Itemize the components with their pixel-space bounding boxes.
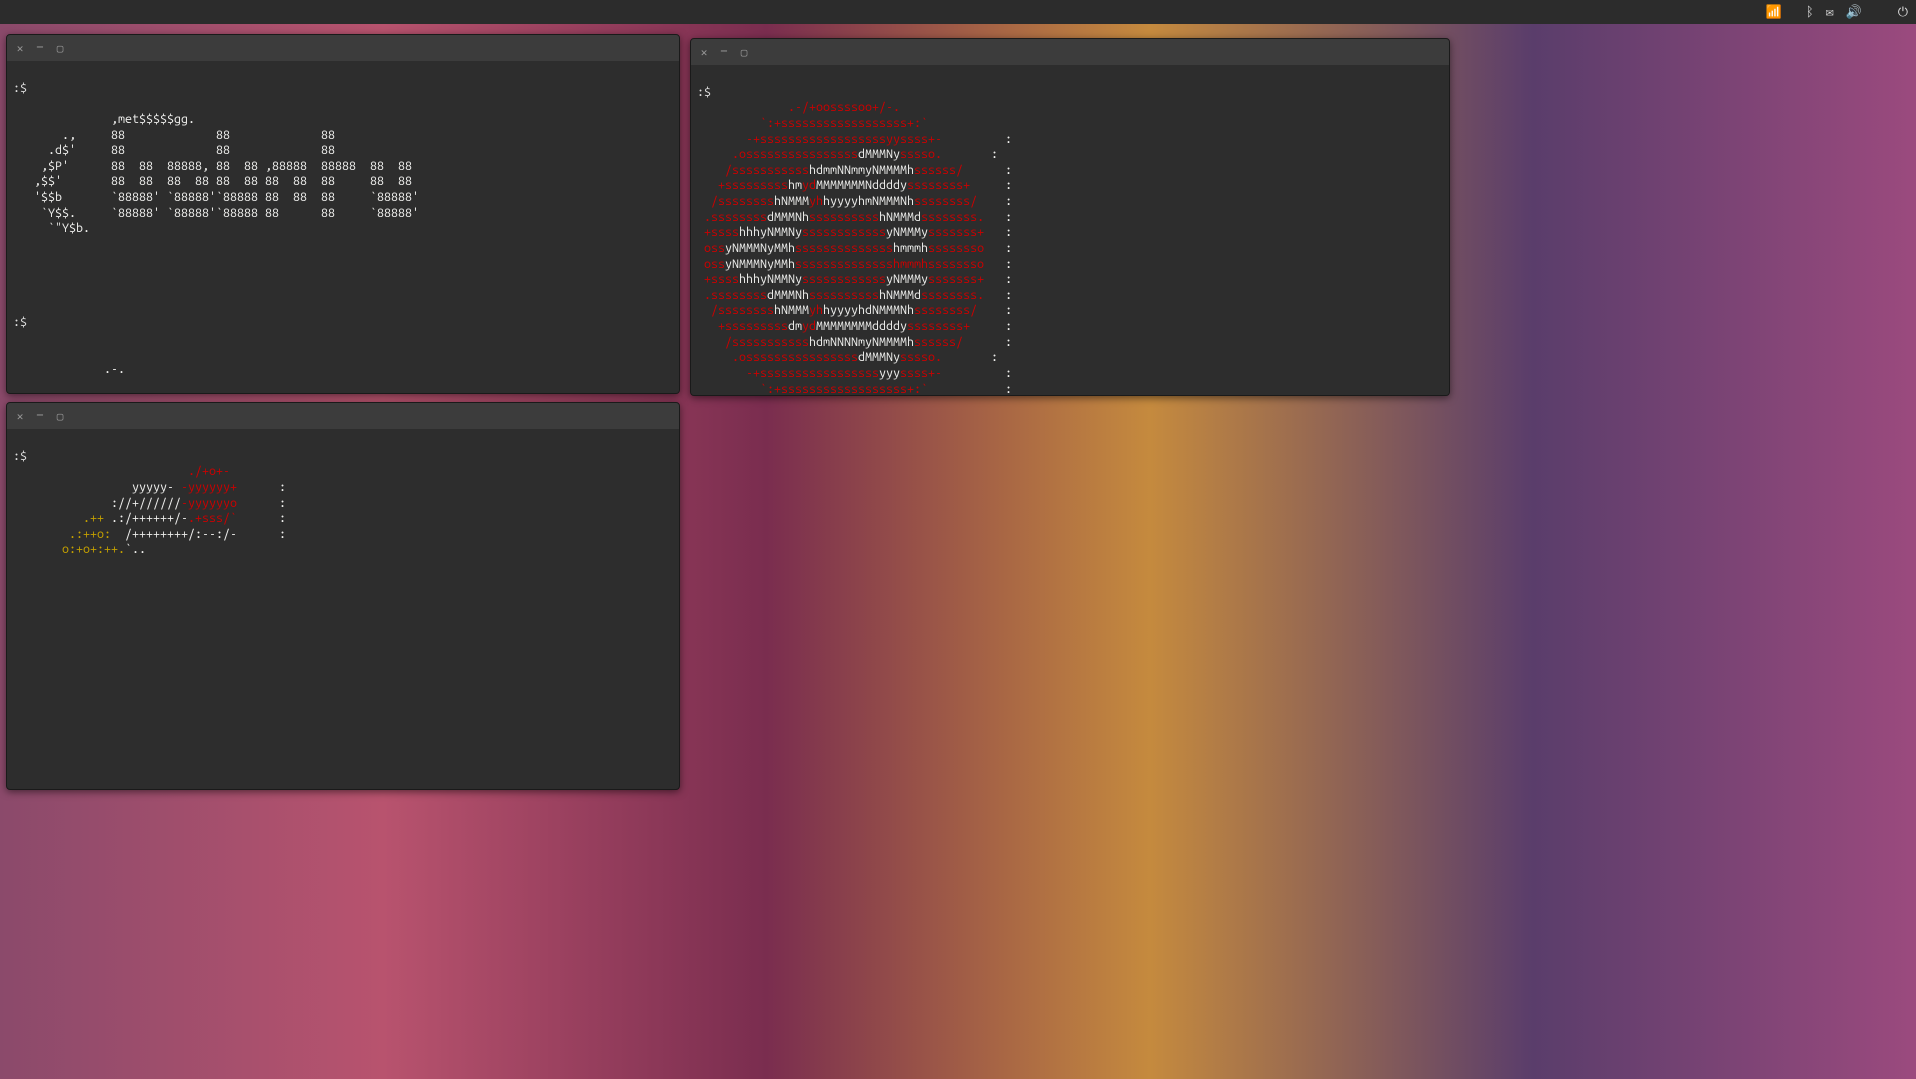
wifi-icon[interactable]: 📶 [1766,5,1782,20]
maximize-icon[interactable]: ▢ [53,41,67,55]
terminal-neofetch[interactable]: ✕ ─ ▢ :$ .-/+oossssoo+/-. `:+sssssssssss… [690,38,1450,396]
top-menubar: 📶 ᛒ ✉ 🔊 ⏻ [0,0,1916,24]
close-icon[interactable]: ✕ [697,45,711,59]
bluetooth-icon[interactable]: ᛒ [1806,5,1814,19]
terminal-body[interactable]: :$ ,met$$$$$gg. ., 88 88 88 .d$' 88 88 8… [7,61,679,394]
terminal-linuxlogo[interactable]: ✕ ─ ▢ :$ ,met$$$$$gg. ., 88 88 88 .d$' 8… [6,34,680,394]
minimize-icon[interactable]: ─ [33,41,47,55]
minimize-icon[interactable]: ─ [33,409,47,423]
maximize-icon[interactable]: ▢ [737,45,751,59]
terminal-body[interactable]: :$ ./+o+- yyyyy- -yyyyyy+ : ://+//////-y… [7,429,679,562]
titlebar[interactable]: ✕ ─ ▢ [691,39,1449,65]
terminal-screenfetch[interactable]: ✕ ─ ▢ :$ ./+o+- yyyyy- -yyyyyy+ : ://+//… [6,402,680,790]
close-icon[interactable]: ✕ [13,409,27,423]
maximize-icon[interactable]: ▢ [53,409,67,423]
titlebar[interactable]: ✕ ─ ▢ [7,403,679,429]
minimize-icon[interactable]: ─ [717,45,731,59]
close-icon[interactable]: ✕ [13,41,27,55]
power-icon[interactable]: ⏻ [1898,5,1908,20]
volume-icon[interactable]: 🔊 [1846,5,1862,20]
terminal-body[interactable]: :$ .-/+oossssoo+/-. `:+sssssssssssssssss… [691,65,1449,396]
titlebar[interactable]: ✕ ─ ▢ [7,35,679,61]
notification-icon[interactable]: ✉ [1826,5,1834,20]
desktop: ✕ ─ ▢ :$ ,met$$$$$gg. ., 88 88 88 .d$' 8… [0,24,1916,1039]
